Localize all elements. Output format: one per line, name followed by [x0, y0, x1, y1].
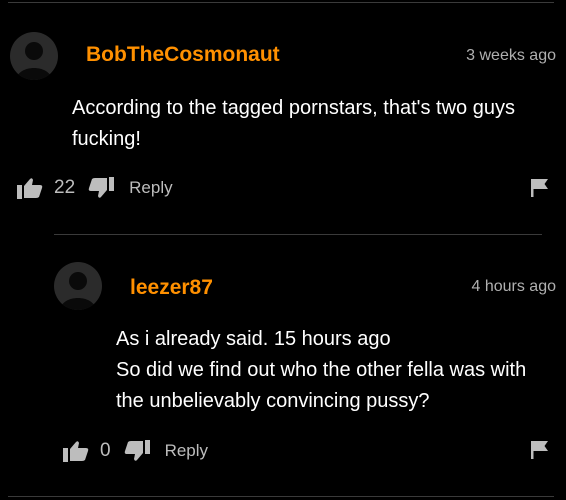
reply-button[interactable]: Reply: [165, 441, 208, 461]
comment-timestamp: 4 hours ago: [471, 278, 556, 295]
thumbs-down-icon[interactable]: [123, 439, 151, 463]
comment-actions: 22 Reply: [16, 176, 173, 200]
comment-username[interactable]: BobTheCosmonaut: [86, 43, 280, 67]
like-count: 22: [54, 177, 76, 198]
comment-text-line: As i already said. 15 hours ago: [116, 328, 391, 350]
flag-icon[interactable]: [530, 178, 550, 198]
like-count: 0: [100, 440, 111, 461]
comment-username[interactable]: leezer87: [130, 276, 213, 300]
comment-text-line: According to the tagged pornstars, that'…: [72, 97, 515, 119]
thumbs-down-icon[interactable]: [87, 176, 115, 200]
top-divider: [8, 2, 554, 3]
comment-timestamp: 3 weeks ago: [466, 47, 556, 64]
comment-actions: 0 Reply: [62, 439, 208, 463]
thumbs-up-icon[interactable]: [16, 176, 44, 200]
comment-text-line: fucking!: [72, 128, 141, 150]
thumbs-up-icon[interactable]: [62, 439, 90, 463]
comment-text: According to the tagged pornstars, that'…: [72, 93, 515, 155]
reply-divider: [54, 234, 542, 235]
flag-icon[interactable]: [530, 440, 550, 460]
comment-text-line: the unbelievably convincing pussy?: [116, 390, 430, 412]
user-avatar-icon[interactable]: [54, 262, 102, 310]
bottom-divider: [8, 496, 554, 497]
reply-button[interactable]: Reply: [129, 178, 172, 198]
comment-text: As i already said. 15 hours ago So did w…: [116, 324, 526, 417]
user-avatar-icon[interactable]: [10, 32, 58, 80]
comment-text-line: So did we find out who the other fella w…: [116, 359, 527, 381]
